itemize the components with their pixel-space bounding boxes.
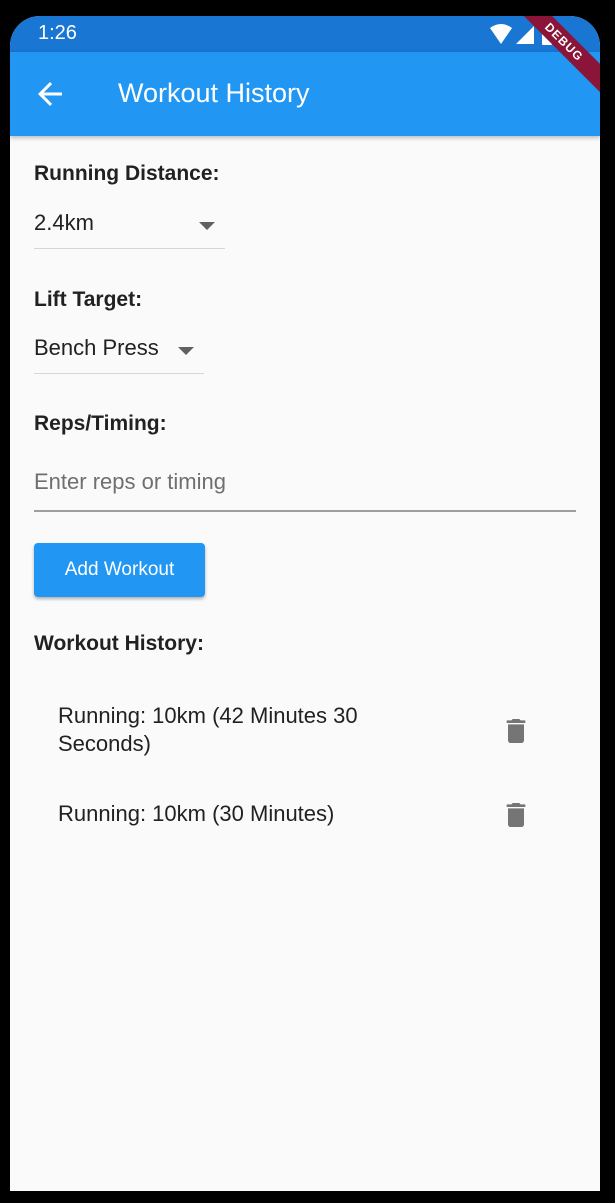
status-bar: 1:26 — [10, 16, 600, 52]
app-bar: Workout History — [10, 52, 600, 136]
running-distance-dropdown[interactable]: 2.4km — [34, 200, 225, 249]
history-item-text: Running: 10km (30 Minutes) — [58, 801, 335, 826]
wifi-icon — [490, 24, 512, 44]
reps-timing-label: Reps/Timing: — [34, 412, 167, 435]
back-button[interactable] — [32, 76, 68, 112]
lift-target-value: Bench Press — [34, 335, 159, 360]
list-item: Running: 10km (30 Minutes) — [34, 770, 576, 827]
dropdown-arrow-icon — [178, 347, 194, 355]
list-item: Running: 10km (42 Minutes 30 Seconds) — [34, 686, 576, 756]
trash-icon[interactable] — [500, 715, 532, 747]
status-time: 1:26 — [38, 22, 77, 44]
lift-target-dropdown[interactable]: Bench Press — [34, 325, 204, 374]
history-item-text: Running: 10km (42 Minutes 30 Seconds) — [58, 703, 358, 756]
running-distance-value: 2.4km — [34, 210, 94, 235]
dropdown-arrow-icon — [199, 222, 215, 230]
phone-screen: 1:26 DEBUG Workout History Running Dista… — [10, 16, 600, 1191]
arrow-back-icon — [38, 82, 62, 106]
lift-target-label: Lift Target: — [34, 288, 143, 311]
workout-history-title: Workout History: — [34, 632, 204, 655]
reps-timing-input[interactable] — [34, 454, 576, 512]
running-distance-label: Running Distance: — [34, 162, 220, 185]
page-title: Workout History — [118, 78, 310, 108]
add-workout-button[interactable]: Add Workout — [34, 543, 205, 597]
trash-icon[interactable] — [500, 799, 532, 831]
cellular-signal-icon — [516, 26, 534, 44]
